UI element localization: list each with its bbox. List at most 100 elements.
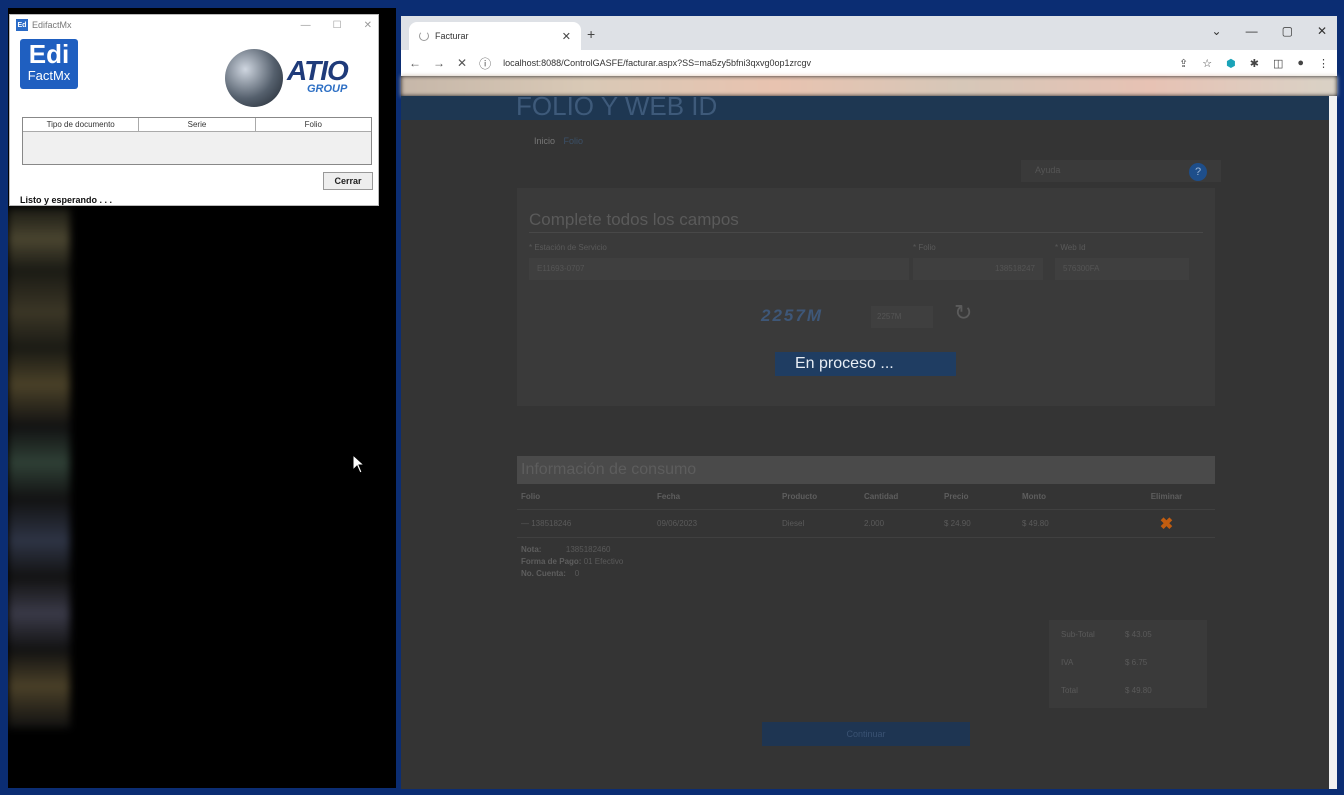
breadcrumb: Inicio Folio bbox=[534, 136, 583, 146]
col-folio: Folio bbox=[521, 492, 541, 501]
webid-label: * Web Id bbox=[1055, 243, 1086, 252]
forma-value: 01 Efectivo bbox=[583, 557, 624, 566]
total-label: Total bbox=[1061, 685, 1078, 695]
row-precio: $ 24.90 bbox=[944, 519, 971, 528]
minimize-icon[interactable]: — bbox=[1246, 24, 1258, 38]
captcha-input[interactable]: 2257M bbox=[871, 306, 933, 328]
subtotal-label: Sub-Total bbox=[1061, 629, 1095, 639]
shield-extension-icon[interactable]: ⬢ bbox=[1226, 57, 1236, 70]
form-title: Complete todos los campos bbox=[529, 210, 739, 229]
consumption-panel: Información de consumo Folio Fecha Produ… bbox=[517, 456, 1215, 601]
profile-avatar-icon[interactable]: ● bbox=[1297, 57, 1304, 70]
iva-label: IVA bbox=[1061, 657, 1074, 667]
logo-bottom-text: FactMx bbox=[27, 68, 71, 83]
iva-value: $ 6.75 bbox=[1125, 657, 1148, 667]
cuenta-label: No. Cuenta: bbox=[521, 569, 566, 578]
folio-label: * Folio bbox=[913, 243, 936, 252]
processing-overlay: En proceso ... bbox=[775, 352, 956, 376]
col-header-serie[interactable]: Serie bbox=[139, 118, 256, 131]
col-monto: Monto bbox=[1022, 492, 1046, 501]
totals-panel: Sub-Total $ 43.05 IVA $ 6.75 Total $ 49.… bbox=[1049, 620, 1207, 708]
captcha-image: 2257M bbox=[761, 306, 823, 325]
col-header-tipo[interactable]: Tipo de documento bbox=[23, 118, 140, 131]
subtotal-value: $ 43.05 bbox=[1125, 629, 1152, 639]
cerrar-button[interactable]: Cerrar bbox=[323, 172, 373, 190]
page-scrollbar[interactable] bbox=[1329, 96, 1337, 789]
tab-title: Facturar bbox=[435, 31, 469, 41]
logo-top-text: Edi bbox=[28, 39, 70, 69]
extensions-icon[interactable]: ✱ bbox=[1250, 57, 1259, 70]
bookmark-star-icon[interactable]: ☆ bbox=[1202, 57, 1212, 70]
status-text: Listo y esperando . . . bbox=[20, 195, 113, 205]
delete-x-icon[interactable]: ✖ bbox=[1160, 516, 1173, 533]
tab-search-icon[interactable]: ⌄ bbox=[1212, 24, 1222, 38]
document-table[interactable]: Tipo de documento Serie Folio bbox=[22, 117, 372, 165]
row-producto: Diesel bbox=[782, 519, 805, 528]
loading-spinner-icon bbox=[419, 31, 429, 41]
col-fecha: Fecha bbox=[657, 492, 681, 501]
edifactmx-title: EdifactMx bbox=[32, 20, 72, 30]
total-value: $ 49.80 bbox=[1125, 685, 1152, 695]
row-detail: Nota: 1385182460 Forma de Pago: 01 Efect… bbox=[517, 538, 1215, 586]
hero-banner: FOLIO Y WEB ID bbox=[401, 96, 1329, 120]
browser-window: Facturar ✕ + ⌄ — ▢ ✕ ← → ✕ ⓘ localhost:8… bbox=[401, 16, 1337, 789]
subtotal-row: Sub-Total $ 43.05 bbox=[1049, 620, 1207, 648]
table-row: — 138518246 09/06/2023 Diesel 2.000 $ 24… bbox=[517, 510, 1215, 538]
total-row: Total $ 49.80 bbox=[1049, 676, 1207, 704]
refresh-captcha-icon[interactable]: ↻ bbox=[954, 300, 980, 326]
restore-icon[interactable]: ▢ bbox=[1282, 24, 1293, 38]
consumption-header-row: Folio Fecha Producto Cantidad Precio Mon… bbox=[517, 484, 1215, 510]
address-bar: ← → ✕ ⓘ localhost:8088/ControlGASFE/fact… bbox=[401, 50, 1337, 76]
close-icon[interactable]: ✕ bbox=[1317, 24, 1327, 38]
cuenta-value: 0 bbox=[574, 569, 580, 578]
col-eliminar: Eliminar bbox=[1150, 492, 1183, 501]
station-label: * Estación de Servicio bbox=[529, 243, 607, 252]
tab-close-icon[interactable]: ✕ bbox=[562, 30, 571, 43]
row-folio[interactable]: — 138518246 bbox=[517, 519, 657, 528]
maximize-icon[interactable]: ☐ bbox=[333, 20, 342, 31]
forward-icon[interactable]: → bbox=[433, 56, 445, 70]
url-field[interactable]: localhost:8088/ControlGASFE/facturar.asp… bbox=[503, 58, 1167, 68]
tab-bar: Facturar ✕ + ⌄ — ▢ ✕ bbox=[401, 16, 1337, 50]
back-icon[interactable]: ← bbox=[409, 56, 421, 70]
webid-field[interactable]: 576300FA bbox=[1055, 258, 1189, 280]
desktop-icons-blurred bbox=[8, 208, 70, 728]
info-icon[interactable]: ⓘ bbox=[479, 55, 491, 72]
divider bbox=[529, 232, 1203, 233]
bookmarks-bar-blurred bbox=[401, 76, 1337, 96]
sidepanel-icon[interactable]: ◫ bbox=[1273, 57, 1283, 70]
share-icon[interactable]: ⇪ bbox=[1179, 57, 1188, 70]
station-field[interactable]: E11693-0707 bbox=[529, 258, 909, 280]
col-precio: Precio bbox=[944, 492, 969, 501]
row-cantidad: 2.000 bbox=[864, 519, 885, 528]
col-header-folio[interactable]: Folio bbox=[256, 118, 371, 131]
iva-row: IVA $ 6.75 bbox=[1049, 648, 1207, 676]
globe-icon bbox=[225, 49, 283, 107]
col-cantidad: Cantidad bbox=[864, 492, 899, 501]
mouse-cursor-icon bbox=[352, 454, 366, 474]
group-brand-text: GROUP bbox=[307, 83, 348, 95]
stop-loading-icon[interactable]: ✕ bbox=[457, 56, 467, 70]
nota-label: Nota: bbox=[521, 545, 542, 554]
edifactmx-logo: Edi FactMx bbox=[20, 39, 78, 89]
edifactmx-window: Ed EdifactMx — ☐ ✕ Edi FactMx ATIO GROUP… bbox=[9, 14, 379, 206]
folio-field[interactable]: 138518247 bbox=[913, 258, 1043, 280]
help-question-icon[interactable]: ? bbox=[1189, 163, 1207, 181]
close-icon[interactable]: ✕ bbox=[364, 20, 372, 31]
new-tab-icon[interactable]: + bbox=[587, 26, 595, 42]
breadcrumb-inicio[interactable]: Inicio bbox=[534, 136, 555, 146]
breadcrumb-folio: Folio bbox=[563, 136, 584, 146]
nota-value: 1385182460 bbox=[565, 545, 611, 554]
page-title: FOLIO Y WEB ID bbox=[516, 96, 718, 121]
minimize-icon[interactable]: — bbox=[301, 20, 311, 31]
row-monto: $ 49.80 bbox=[1022, 519, 1049, 528]
col-producto: Producto bbox=[782, 492, 818, 501]
edifactmx-titlebar: Ed EdifactMx — ☐ ✕ bbox=[10, 15, 378, 35]
edifactmx-app-icon: Ed bbox=[16, 19, 28, 31]
continuar-button[interactable]: Continuar bbox=[762, 722, 970, 746]
atio-group-logo: ATIO GROUP bbox=[225, 49, 375, 107]
tab-facturar[interactable]: Facturar ✕ bbox=[409, 22, 581, 50]
web-page: FOLIO Y WEB ID Inicio Folio Ayuda ? Comp… bbox=[401, 96, 1329, 789]
menu-icon[interactable]: ⋮ bbox=[1318, 57, 1329, 70]
row-fecha: 09/06/2023 bbox=[657, 519, 698, 528]
